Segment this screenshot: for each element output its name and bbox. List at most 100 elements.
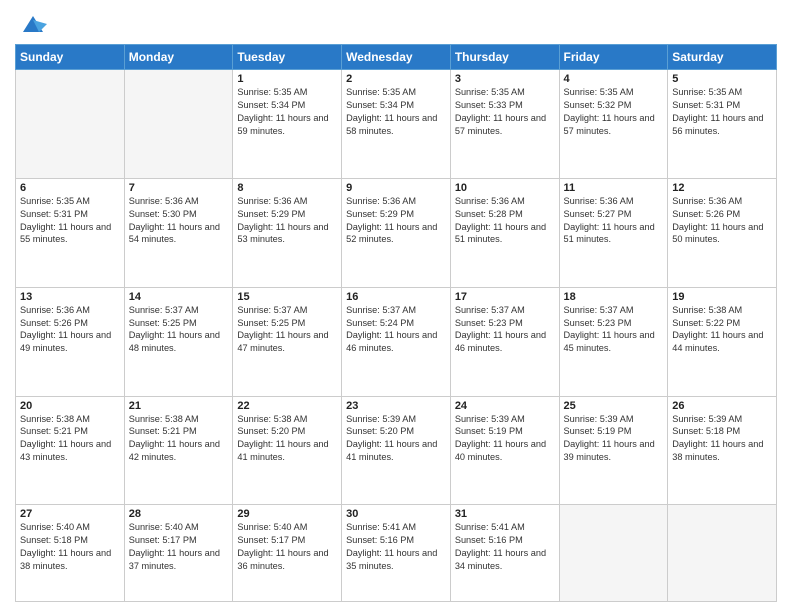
day-number: 30 — [346, 508, 446, 520]
day-info: Sunrise: 5:35 AM Sunset: 5:31 PM Dayligh… — [672, 86, 772, 138]
day-info: Sunrise: 5:37 AM Sunset: 5:23 PM Dayligh… — [564, 304, 664, 356]
day-info: Sunrise: 5:37 AM Sunset: 5:24 PM Dayligh… — [346, 304, 446, 356]
calendar-cell: 30Sunrise: 5:41 AM Sunset: 5:16 PM Dayli… — [342, 505, 451, 602]
day-info: Sunrise: 5:37 AM Sunset: 5:23 PM Dayligh… — [455, 304, 555, 356]
calendar-cell: 28Sunrise: 5:40 AM Sunset: 5:17 PM Dayli… — [124, 505, 233, 602]
day-number: 26 — [672, 400, 772, 412]
calendar-cell: 8Sunrise: 5:36 AM Sunset: 5:29 PM Daylig… — [233, 178, 342, 287]
day-number: 20 — [20, 400, 120, 412]
calendar-cell: 6Sunrise: 5:35 AM Sunset: 5:31 PM Daylig… — [16, 178, 125, 287]
day-info: Sunrise: 5:40 AM Sunset: 5:17 PM Dayligh… — [129, 521, 229, 573]
calendar-cell — [668, 505, 777, 602]
day-number: 19 — [672, 291, 772, 303]
calendar-cell: 2Sunrise: 5:35 AM Sunset: 5:34 PM Daylig… — [342, 70, 451, 179]
day-header-sunday: Sunday — [16, 45, 125, 70]
calendar-cell — [16, 70, 125, 179]
calendar-cell: 4Sunrise: 5:35 AM Sunset: 5:32 PM Daylig… — [559, 70, 668, 179]
day-info: Sunrise: 5:35 AM Sunset: 5:34 PM Dayligh… — [237, 86, 337, 138]
day-number: 22 — [237, 400, 337, 412]
day-info: Sunrise: 5:40 AM Sunset: 5:17 PM Dayligh… — [237, 521, 337, 573]
day-info: Sunrise: 5:41 AM Sunset: 5:16 PM Dayligh… — [455, 521, 555, 573]
day-number: 25 — [564, 400, 664, 412]
day-number: 21 — [129, 400, 229, 412]
calendar-cell: 16Sunrise: 5:37 AM Sunset: 5:24 PM Dayli… — [342, 287, 451, 396]
day-number: 18 — [564, 291, 664, 303]
calendar-cell: 14Sunrise: 5:37 AM Sunset: 5:25 PM Dayli… — [124, 287, 233, 396]
calendar-cell: 31Sunrise: 5:41 AM Sunset: 5:16 PM Dayli… — [450, 505, 559, 602]
day-header-thursday: Thursday — [450, 45, 559, 70]
day-info: Sunrise: 5:35 AM Sunset: 5:34 PM Dayligh… — [346, 86, 446, 138]
calendar-cell: 18Sunrise: 5:37 AM Sunset: 5:23 PM Dayli… — [559, 287, 668, 396]
week-row-1: 1Sunrise: 5:35 AM Sunset: 5:34 PM Daylig… — [16, 70, 777, 179]
day-number: 24 — [455, 400, 555, 412]
day-number: 11 — [564, 182, 664, 194]
calendar-cell: 20Sunrise: 5:38 AM Sunset: 5:21 PM Dayli… — [16, 396, 125, 505]
calendar-cell: 24Sunrise: 5:39 AM Sunset: 5:19 PM Dayli… — [450, 396, 559, 505]
day-number: 28 — [129, 508, 229, 520]
day-info: Sunrise: 5:38 AM Sunset: 5:22 PM Dayligh… — [672, 304, 772, 356]
day-info: Sunrise: 5:36 AM Sunset: 5:26 PM Dayligh… — [672, 195, 772, 247]
calendar-cell: 3Sunrise: 5:35 AM Sunset: 5:33 PM Daylig… — [450, 70, 559, 179]
day-info: Sunrise: 5:39 AM Sunset: 5:18 PM Dayligh… — [672, 413, 772, 465]
day-info: Sunrise: 5:37 AM Sunset: 5:25 PM Dayligh… — [237, 304, 337, 356]
day-header-monday: Monday — [124, 45, 233, 70]
calendar-cell — [124, 70, 233, 179]
day-info: Sunrise: 5:36 AM Sunset: 5:28 PM Dayligh… — [455, 195, 555, 247]
week-row-3: 13Sunrise: 5:36 AM Sunset: 5:26 PM Dayli… — [16, 287, 777, 396]
day-header-wednesday: Wednesday — [342, 45, 451, 70]
day-number: 7 — [129, 182, 229, 194]
calendar-cell: 13Sunrise: 5:36 AM Sunset: 5:26 PM Dayli… — [16, 287, 125, 396]
day-info: Sunrise: 5:36 AM Sunset: 5:26 PM Dayligh… — [20, 304, 120, 356]
day-info: Sunrise: 5:36 AM Sunset: 5:27 PM Dayligh… — [564, 195, 664, 247]
day-info: Sunrise: 5:39 AM Sunset: 5:20 PM Dayligh… — [346, 413, 446, 465]
calendar-cell: 9Sunrise: 5:36 AM Sunset: 5:29 PM Daylig… — [342, 178, 451, 287]
day-number: 12 — [672, 182, 772, 194]
day-number: 15 — [237, 291, 337, 303]
calendar-cell — [559, 505, 668, 602]
day-number: 17 — [455, 291, 555, 303]
calendar-cell: 1Sunrise: 5:35 AM Sunset: 5:34 PM Daylig… — [233, 70, 342, 179]
day-number: 2 — [346, 73, 446, 85]
calendar-cell: 12Sunrise: 5:36 AM Sunset: 5:26 PM Dayli… — [668, 178, 777, 287]
calendar-cell: 26Sunrise: 5:39 AM Sunset: 5:18 PM Dayli… — [668, 396, 777, 505]
day-number: 10 — [455, 182, 555, 194]
day-number: 16 — [346, 291, 446, 303]
page: SundayMondayTuesdayWednesdayThursdayFrid… — [0, 0, 792, 612]
logo — [15, 10, 47, 38]
calendar-header-row: SundayMondayTuesdayWednesdayThursdayFrid… — [16, 45, 777, 70]
day-info: Sunrise: 5:37 AM Sunset: 5:25 PM Dayligh… — [129, 304, 229, 356]
calendar-cell: 17Sunrise: 5:37 AM Sunset: 5:23 PM Dayli… — [450, 287, 559, 396]
day-info: Sunrise: 5:41 AM Sunset: 5:16 PM Dayligh… — [346, 521, 446, 573]
day-number: 14 — [129, 291, 229, 303]
calendar-cell: 22Sunrise: 5:38 AM Sunset: 5:20 PM Dayli… — [233, 396, 342, 505]
day-info: Sunrise: 5:35 AM Sunset: 5:32 PM Dayligh… — [564, 86, 664, 138]
calendar-cell: 27Sunrise: 5:40 AM Sunset: 5:18 PM Dayli… — [16, 505, 125, 602]
day-number: 4 — [564, 73, 664, 85]
day-info: Sunrise: 5:38 AM Sunset: 5:20 PM Dayligh… — [237, 413, 337, 465]
day-info: Sunrise: 5:36 AM Sunset: 5:30 PM Dayligh… — [129, 195, 229, 247]
day-number: 1 — [237, 73, 337, 85]
day-info: Sunrise: 5:40 AM Sunset: 5:18 PM Dayligh… — [20, 521, 120, 573]
day-info: Sunrise: 5:36 AM Sunset: 5:29 PM Dayligh… — [237, 195, 337, 247]
calendar-cell: 15Sunrise: 5:37 AM Sunset: 5:25 PM Dayli… — [233, 287, 342, 396]
logo-icon — [19, 10, 47, 38]
day-number: 3 — [455, 73, 555, 85]
day-header-saturday: Saturday — [668, 45, 777, 70]
day-number: 8 — [237, 182, 337, 194]
day-number: 27 — [20, 508, 120, 520]
calendar-cell: 25Sunrise: 5:39 AM Sunset: 5:19 PM Dayli… — [559, 396, 668, 505]
day-number: 13 — [20, 291, 120, 303]
calendar-cell: 11Sunrise: 5:36 AM Sunset: 5:27 PM Dayli… — [559, 178, 668, 287]
week-row-4: 20Sunrise: 5:38 AM Sunset: 5:21 PM Dayli… — [16, 396, 777, 505]
day-number: 31 — [455, 508, 555, 520]
calendar: SundayMondayTuesdayWednesdayThursdayFrid… — [15, 44, 777, 602]
day-number: 23 — [346, 400, 446, 412]
calendar-cell: 7Sunrise: 5:36 AM Sunset: 5:30 PM Daylig… — [124, 178, 233, 287]
header — [15, 10, 777, 38]
day-number: 6 — [20, 182, 120, 194]
calendar-cell: 21Sunrise: 5:38 AM Sunset: 5:21 PM Dayli… — [124, 396, 233, 505]
day-info: Sunrise: 5:39 AM Sunset: 5:19 PM Dayligh… — [455, 413, 555, 465]
day-header-tuesday: Tuesday — [233, 45, 342, 70]
calendar-cell: 23Sunrise: 5:39 AM Sunset: 5:20 PM Dayli… — [342, 396, 451, 505]
day-info: Sunrise: 5:35 AM Sunset: 5:31 PM Dayligh… — [20, 195, 120, 247]
